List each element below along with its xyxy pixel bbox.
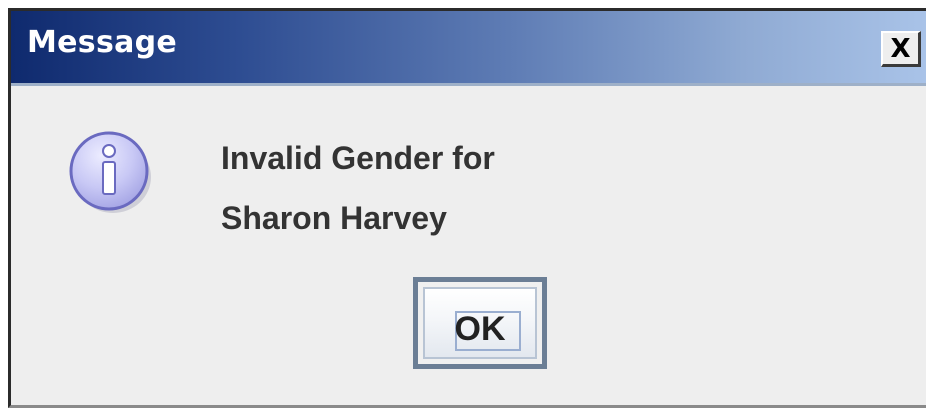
message-dialog: Message X Invalid Gender for Sharon Harv…: [8, 8, 926, 408]
ok-button[interactable]: OK: [413, 277, 547, 369]
ok-button-face: OK: [423, 287, 537, 359]
message-line-2: Sharon Harvey: [221, 200, 447, 236]
close-button[interactable]: X: [881, 31, 921, 67]
message-line-1: Invalid Gender for: [221, 140, 495, 176]
ok-button-label: OK: [454, 310, 506, 348]
message-text: Invalid Gender for Sharon Harvey: [221, 139, 495, 259]
information-icon: [69, 131, 151, 213]
window-title: Message: [27, 25, 178, 60]
title-bar[interactable]: Message X: [11, 11, 926, 86]
